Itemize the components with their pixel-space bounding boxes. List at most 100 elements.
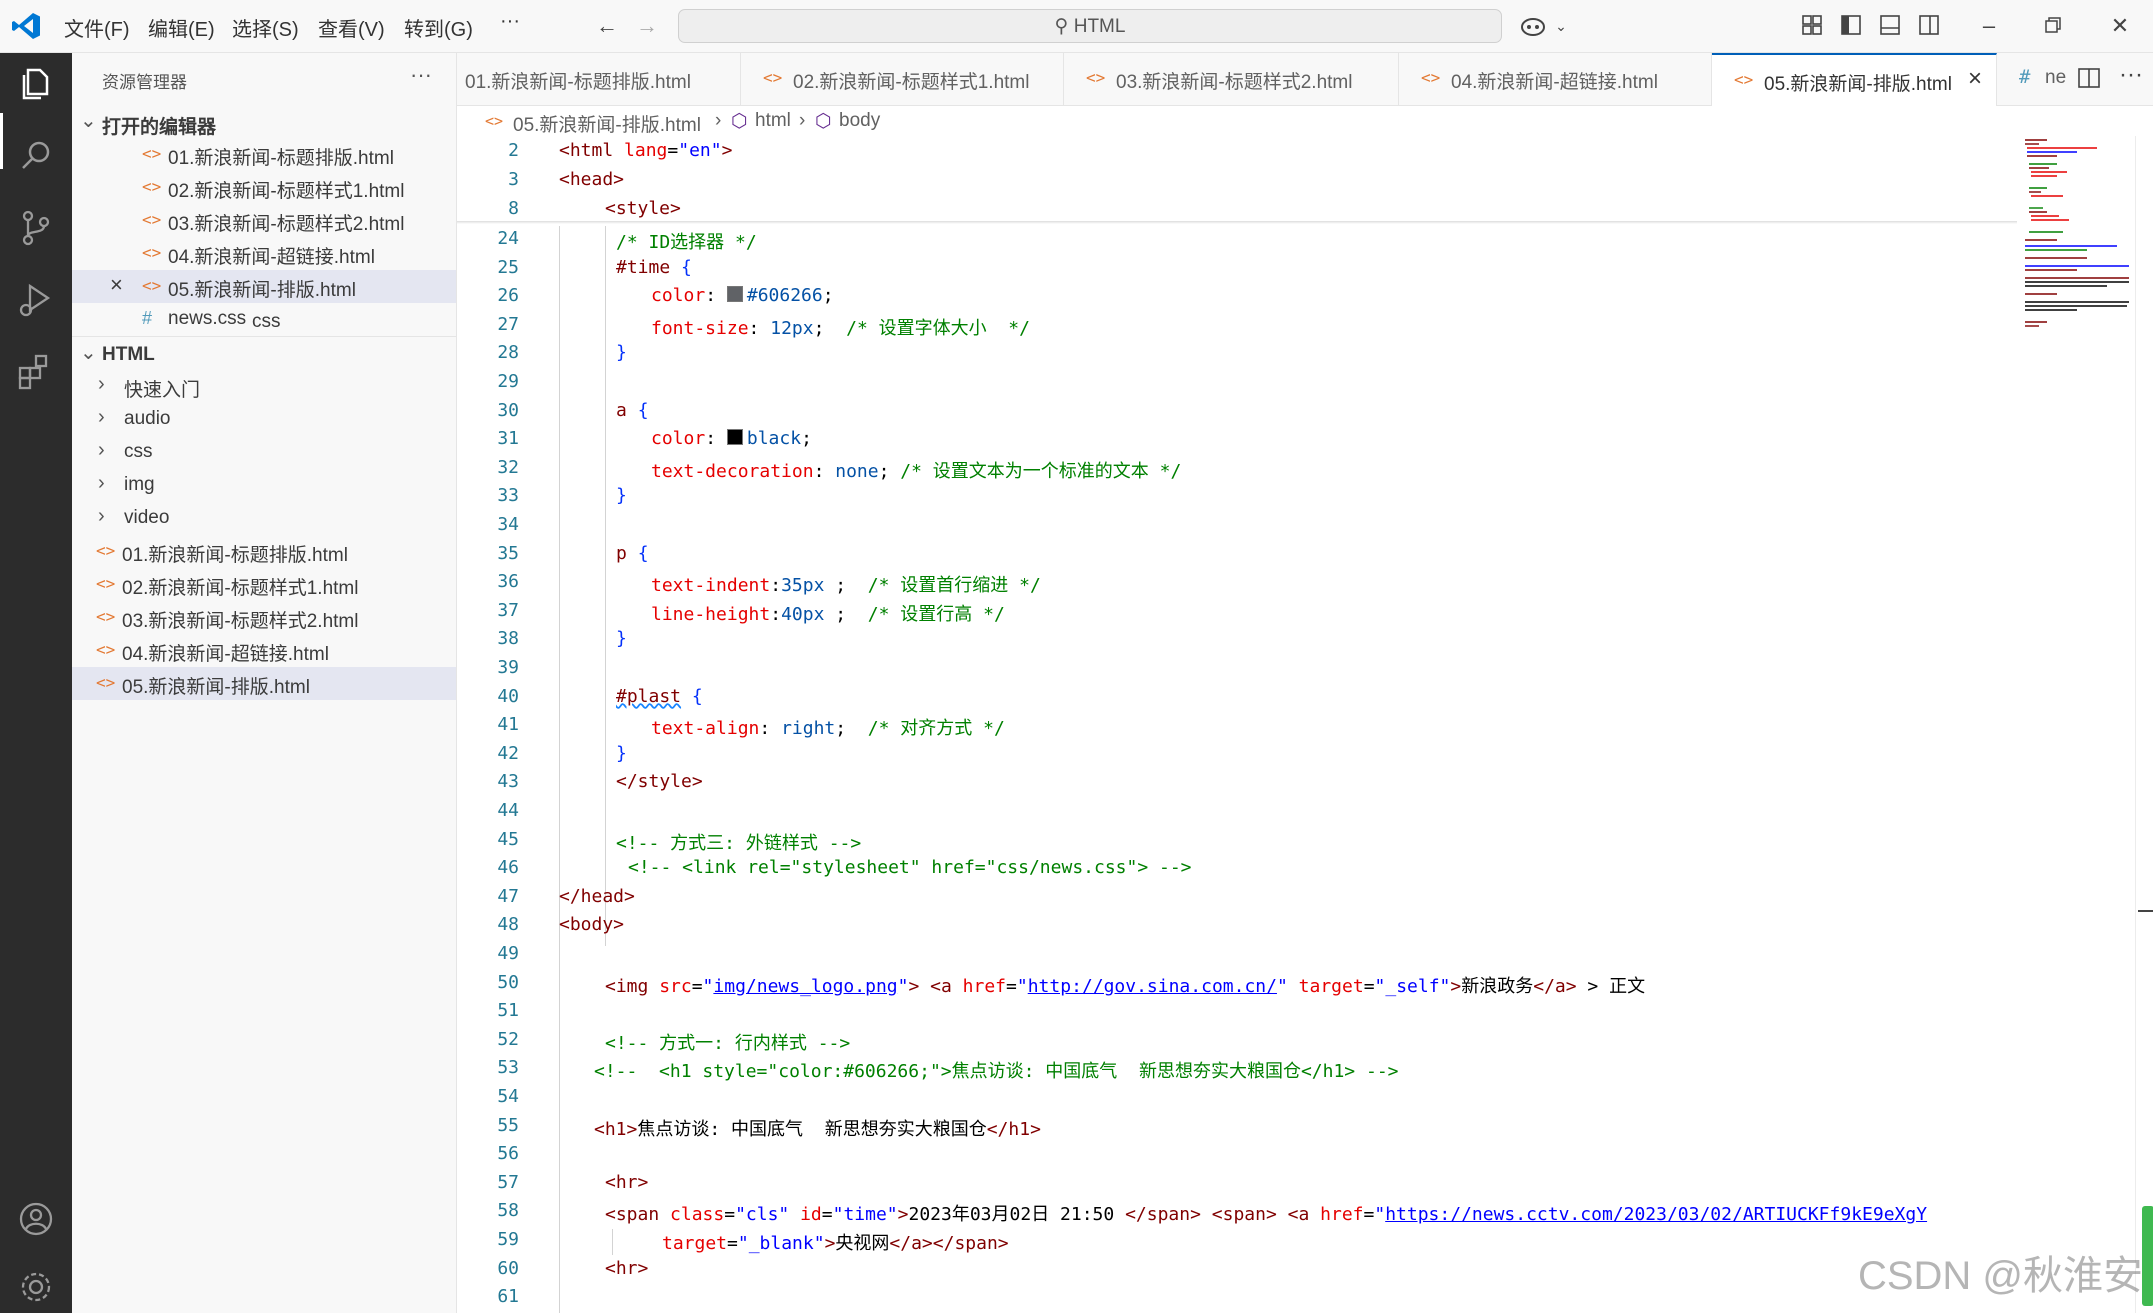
toggle-secondary-sidebar-icon[interactable] [1918,14,1940,36]
run-debug-icon[interactable] [14,278,58,322]
line-number: 39 [497,657,519,678]
explorer-title: 资源管理器 [102,73,187,92]
manage-gear-icon[interactable] [14,1265,58,1309]
code-line: <!-- 方式三: 外链样式 --> [616,832,862,854]
vscode-logo-icon[interactable] [10,10,42,42]
tab-label: 04.新浪新闻-超链接.html [1451,72,1658,93]
open-editors-header: 打开的编辑器 [102,117,217,138]
color-swatch[interactable] [726,429,743,446]
file-item[interactable]: <> 03.新浪新闻-标题样式2.html [72,601,456,634]
toggle-primary-sidebar-icon[interactable] [1840,14,1862,36]
extensions-icon[interactable] [14,350,58,394]
code-line: <hr> [605,1257,649,1279]
back-arrow-icon[interactable]: ← [594,13,620,39]
source-control-icon[interactable] [14,206,58,250]
minimap[interactable] [2017,136,2135,1313]
tab-file[interactable]: <> 03.新浪新闻-标题样式2.html [1064,53,1399,105]
code-editor[interactable]: 2 <html lang="en"> 3 <head> 8 <style> 24… [457,136,2017,1313]
file-item-active[interactable]: <> 05.新浪新闻-排版.html [72,667,456,700]
line-number: 59 [497,1229,519,1250]
breadcrumb: <> 05.新浪新闻-排版.html › ⬡ html › ⬡ body [457,106,2153,136]
close-editor-icon[interactable]: × [110,272,123,298]
toggle-panel-icon[interactable] [1879,14,1901,36]
open-editor-item-active[interactable]: × <> 05.新浪新闻-排版.html [72,270,456,303]
html-file-icon: <> [142,177,162,196]
line-number: 47 [497,885,519,907]
sticky-scroll-shadow [457,221,2017,224]
line-number: 51 [497,1000,519,1022]
breadcrumb-file[interactable]: 05.新浪新闻-排版.html [513,110,701,137]
file-item[interactable]: <> 01.新浪新闻-标题排版.html [72,535,456,568]
folder-item[interactable]: › css [72,436,456,469]
html-file-icon: <> [142,243,162,262]
search-sidebar-icon[interactable] [14,134,58,178]
file-label: 01.新浪新闻-标题排版.html [122,545,348,566]
command-center-search[interactable]: ⚲ HTML [678,9,1502,43]
explorer-more-button[interactable]: ··· [410,62,432,88]
line-number: 24 [497,228,519,249]
line-number: 55 [497,1114,519,1136]
code-line: text-indent:35px ; /* 设置首行缩进 */ [651,575,1041,597]
forward-arrow-icon[interactable]: → [634,13,660,39]
account-icon[interactable] [14,1197,58,1241]
folder-item[interactable]: › video [72,502,456,535]
copilot-icon[interactable] [1520,13,1546,39]
minimize-icon[interactable]: – [1976,13,2002,39]
line-number: 45 [497,828,519,850]
file-item[interactable]: <> 04.新浪新闻-超链接.html [72,634,456,667]
line-number: 46 [497,857,519,879]
menu-view[interactable]: 查看(V) [318,13,385,42]
chevron-down-icon[interactable]: ⌄ [1548,13,1574,39]
editor-tab-bar: 01.新浪新闻-标题排版.html <> 02.新浪新闻-标题样式1.html … [457,53,2153,106]
folder-item[interactable]: › img [72,469,456,502]
code-line: </style> [616,771,703,793]
element-icon: ⬡ [731,111,748,132]
split-editor-icon[interactable] [2077,66,2101,90]
vertical-scrollbar[interactable] [2135,136,2153,1313]
close-tab-icon[interactable]: × [1968,65,1982,93]
folder-item[interactable]: › 快速入门 [72,370,456,403]
more-actions-icon[interactable]: ··· [2119,61,2143,89]
close-window-icon[interactable]: ✕ [2107,13,2133,39]
file-label: 02.新浪新闻-标题样式1.html [122,578,359,599]
menu-edit[interactable]: 编辑(E) [148,13,215,42]
menu-goto[interactable]: 转到(G) [404,13,473,42]
menu-select[interactable]: 选择(S) [232,13,299,42]
chevron-right-icon: › [98,472,105,494]
line-number: 50 [497,971,519,993]
folder-section[interactable]: ⌄ HTML [72,337,456,370]
code-line: #time { [616,256,692,278]
open-editor-item[interactable]: <> 03.新浪新闻-标题样式2.html [72,204,456,237]
menu-file[interactable]: 文件(F) [64,13,130,42]
css-file-icon: # [2019,66,2031,88]
tab-file[interactable]: 01.新浪新闻-标题排版.html [457,53,741,105]
open-editor-item[interactable]: # news.css css [72,303,456,336]
menu-more[interactable]: ··· [500,10,520,33]
html-file-icon: <> [96,640,116,659]
explorer-icon[interactable] [14,62,58,106]
chevron-down-icon: ⌄ [80,110,97,132]
open-editors-section[interactable]: ⌄ 打开的编辑器 [72,105,456,138]
folder-item[interactable]: › audio [72,403,456,436]
color-swatch[interactable] [726,286,743,303]
open-editor-item[interactable]: <> 04.新浪新闻-超链接.html [72,237,456,270]
file-item[interactable]: <> 02.新浪新闻-标题样式1.html [72,568,456,601]
tab-label: 03.新浪新闻-标题样式2.html [1116,72,1353,93]
tab-label: 01.新浪新闻-标题排版.html [465,72,691,93]
line-number: 33 [497,485,519,507]
tab-file-active[interactable]: <> 05.新浪新闻-排版.html × [1712,53,1997,106]
html-file-icon: <> [96,607,116,626]
restore-icon[interactable] [2044,16,2062,34]
open-editor-item[interactable]: <> 01.新浪新闻-标题排版.html [72,138,456,171]
tab-file[interactable]: <> 04.新浪新闻-超链接.html [1399,53,1712,105]
code-line: text-decoration: none; /* 设置文本为一个标准的文本 *… [651,460,1182,482]
customize-layout-icon[interactable] [1801,14,1823,36]
line-number: 61 [497,1286,519,1308]
line-number: 44 [497,800,519,821]
breadcrumb-body[interactable]: body [839,110,880,132]
indent-guide [605,226,606,946]
tab-file[interactable]: <> 02.新浪新闻-标题样式1.html [741,53,1064,105]
open-editor-item[interactable]: <> 02.新浪新闻-标题样式1.html [72,171,456,204]
breadcrumb-html[interactable]: html [755,110,791,132]
file-label: 04.新浪新闻-超链接.html [122,644,329,665]
